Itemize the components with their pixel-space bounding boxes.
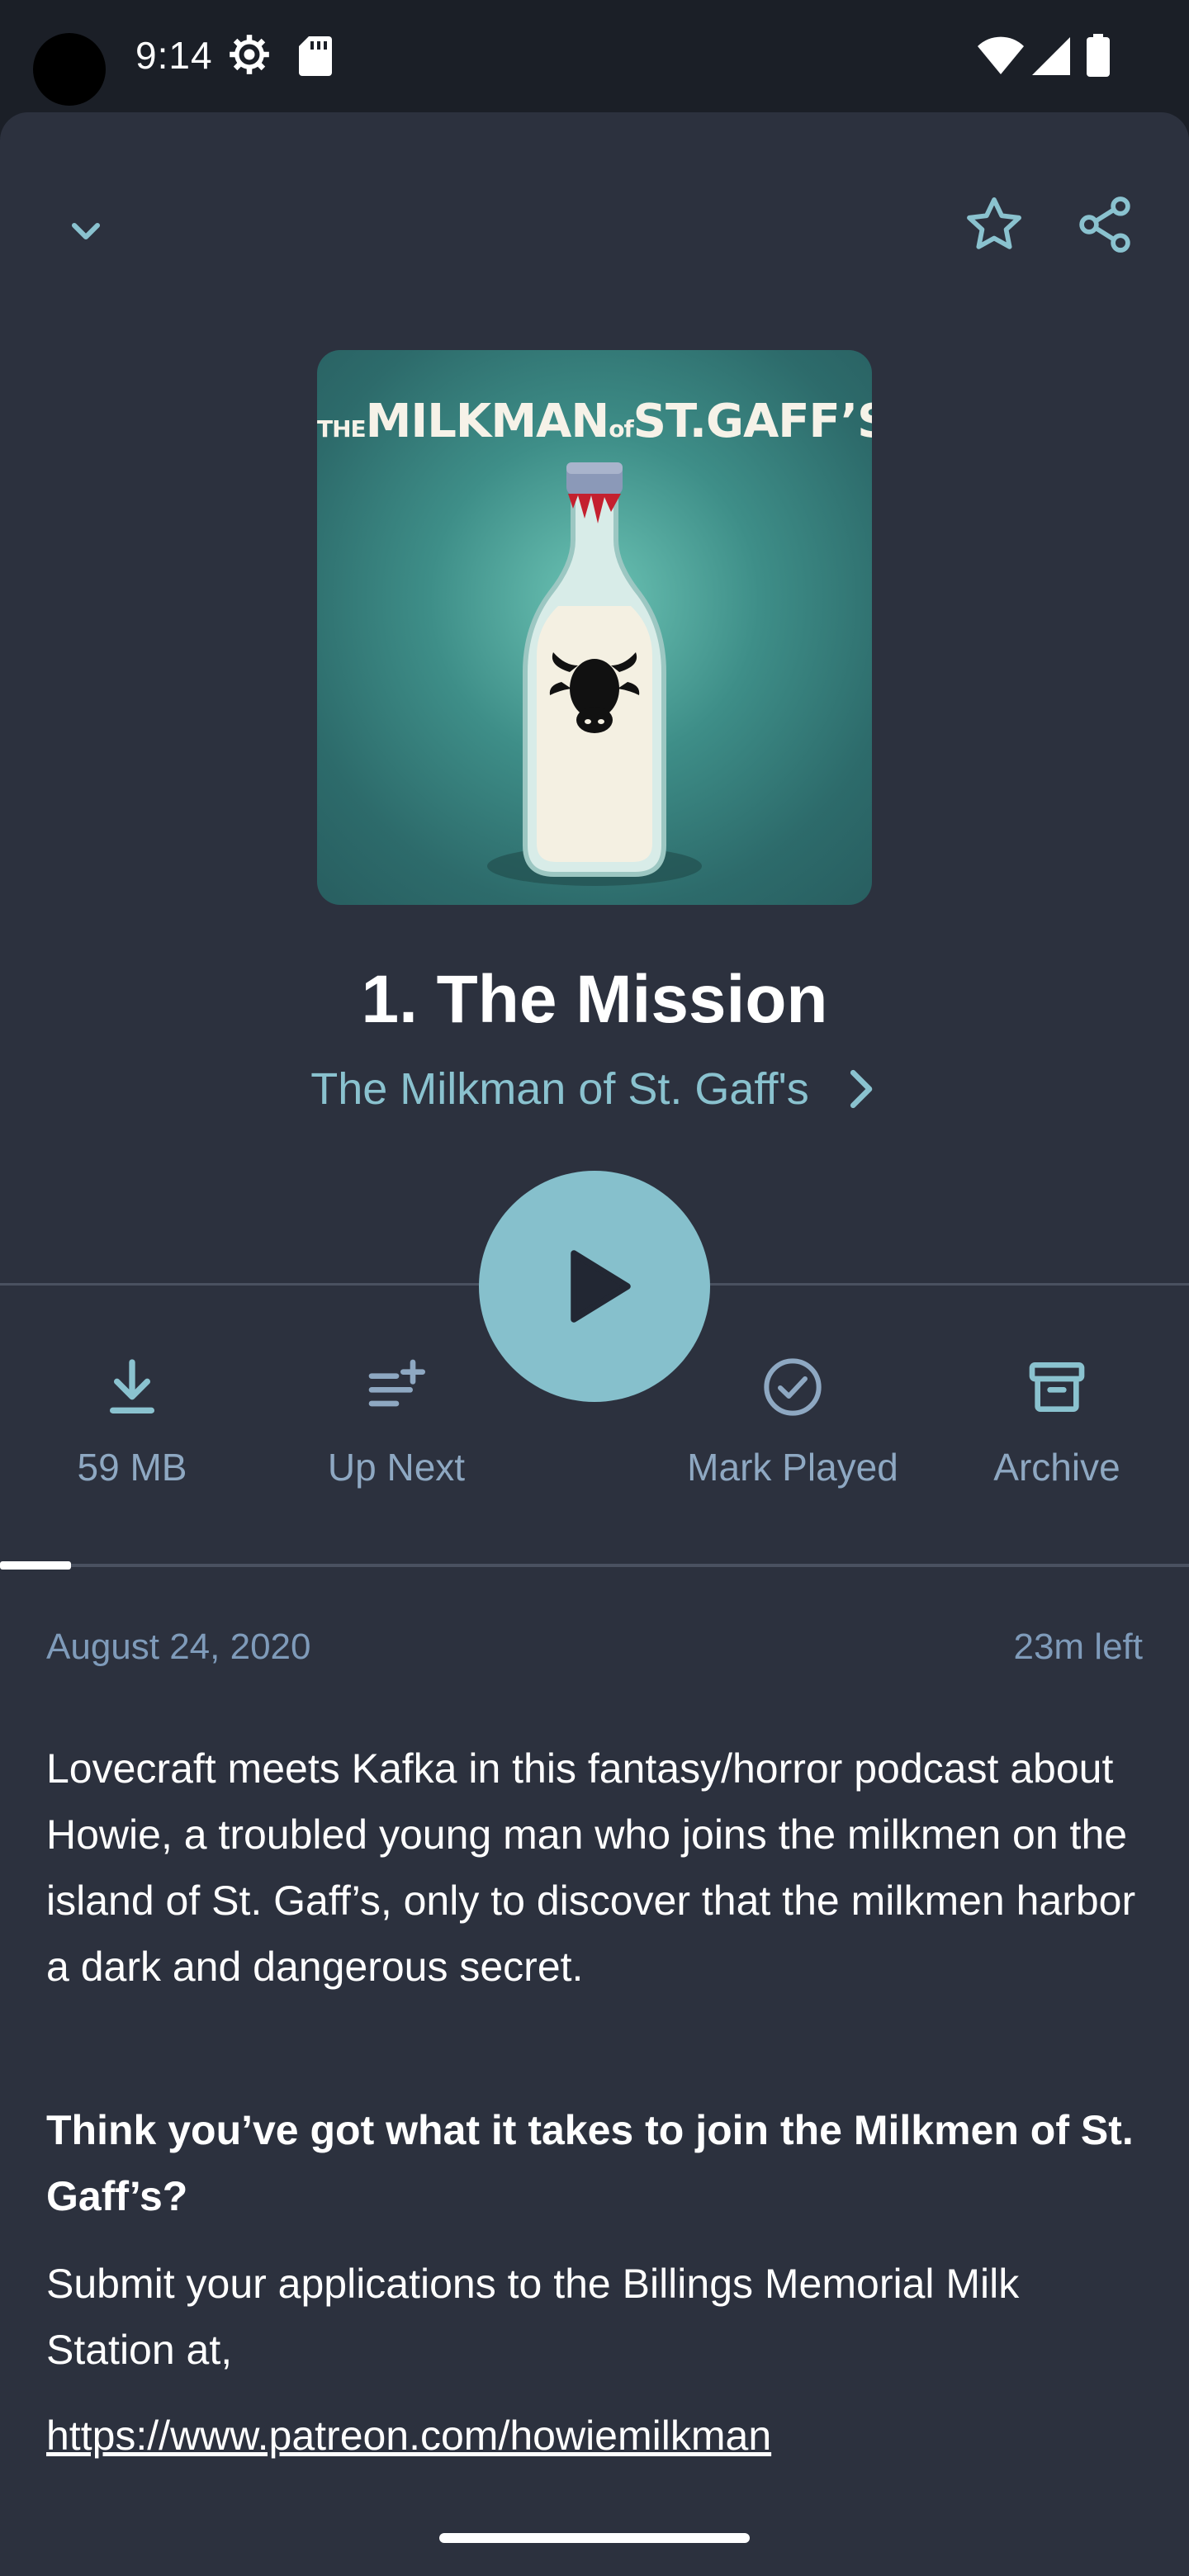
home-indicator[interactable] — [439, 2533, 750, 2543]
episode-actions: 59 MB Up Next Mark Played Archive — [0, 1238, 1189, 1511]
podcast-link[interactable]: The Milkman of St. Gaff's — [0, 1063, 1189, 1115]
status-bar: 9:14 — [0, 0, 1189, 112]
playlist-add-icon — [368, 1359, 425, 1407]
playback-progress-fill — [0, 1561, 71, 1570]
download-button[interactable]: 59 MB — [0, 1238, 264, 1511]
chevron-down-icon — [71, 222, 101, 240]
patreon-link[interactable]: https://www.patreon.com/howiemilkman — [46, 2403, 1144, 2469]
chevron-right-icon — [850, 1069, 873, 1109]
milk-bottle-illustration — [487, 462, 702, 886]
share-button[interactable] — [1068, 188, 1141, 261]
cell-signal-icon — [1032, 37, 1070, 75]
status-time: 9:14 — [135, 34, 213, 77]
playback-progress-track[interactable] — [0, 1564, 1189, 1567]
star-icon — [967, 197, 1021, 249]
check-circle-icon — [764, 1358, 822, 1416]
description-heading: Think you’ve got what it takes to join t… — [46, 2107, 1134, 2219]
description-paragraph: Lovecraft meets Kafka in this fantasy/ho… — [46, 1745, 1136, 1990]
mark-played-label: Mark Played — [687, 1446, 898, 1489]
podcast-artwork: THEMILKMANofST.GAFF’S — [317, 350, 872, 905]
archive-icon — [1029, 1362, 1085, 1412]
wifi-icon — [978, 36, 1024, 74]
archive-label: Archive — [993, 1446, 1120, 1489]
settings-gear-icon — [230, 35, 269, 74]
episode-date: August 24, 2020 — [46, 1627, 311, 1667]
camera-cutout — [33, 33, 106, 106]
star-button[interactable] — [958, 188, 1030, 261]
sd-card-icon — [299, 36, 332, 76]
player-sheet: THEMILKMANofST.GAFF’S 1. The Mission The… — [0, 112, 1189, 2576]
battery-icon — [1087, 34, 1110, 77]
up-next-label: Up Next — [327, 1446, 466, 1489]
artwork-title: THEMILKMANofST.GAFF’S — [317, 395, 872, 448]
episode-title: 1. The Mission — [361, 962, 828, 1037]
download-icon — [110, 1359, 154, 1413]
description-paragraph: Submit your applications to the Billings… — [46, 2261, 1020, 2373]
time-left: 23m left — [1013, 1627, 1143, 1667]
up-next-button[interactable]: Up Next — [264, 1238, 528, 1511]
podcast-name: The Milkman of St. Gaff's — [310, 1064, 809, 1114]
download-label: 59 MB — [77, 1446, 187, 1489]
mark-played-button[interactable]: Mark Played — [661, 1238, 925, 1511]
collapse-button[interactable] — [50, 195, 122, 268]
share-icon — [1079, 197, 1130, 253]
archive-button[interactable]: Archive — [925, 1238, 1189, 1511]
